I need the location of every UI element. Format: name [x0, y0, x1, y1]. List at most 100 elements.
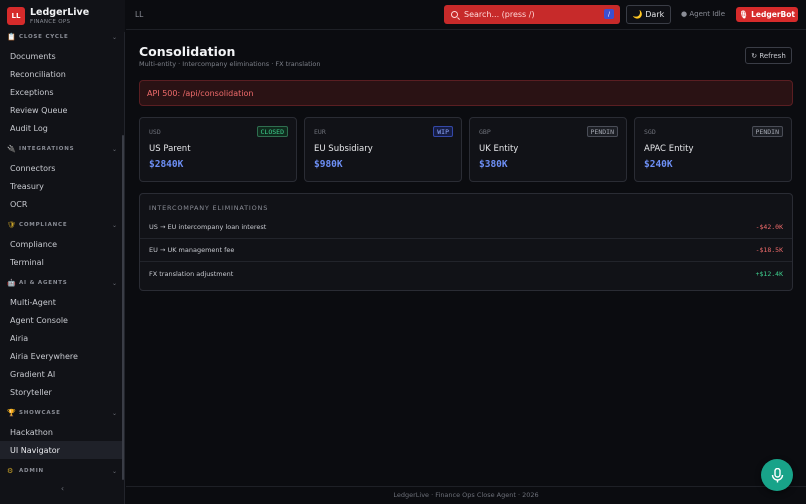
sidebar-item-exceptions[interactable]: Exceptions [0, 83, 123, 101]
search-input[interactable]: Search... (press /) / [444, 5, 620, 24]
elimination-row[interactable]: US → EU intercompany loan interest -$42.… [140, 216, 792, 239]
search-placeholder: Search... (press /) [464, 10, 535, 19]
ledgerbot-button[interactable]: 🎙 LedgerBot [736, 7, 798, 22]
page-title: Consolidation [139, 44, 236, 59]
sidebar-section-label: INTEGRATIONS [19, 146, 75, 152]
agent-status: ● Agent Idle [681, 10, 726, 18]
clipboard-icon: 📋 [7, 33, 16, 41]
chevron-down-icon: ⌄ [111, 467, 117, 475]
entity-currency: SGD [644, 128, 656, 136]
sidebar-section-compliance[interactable]: 🛡 COMPLIANCE ⌄ [7, 220, 117, 230]
sidebar-item-airia[interactable]: Airia [0, 329, 123, 347]
sidebar-section-admin[interactable]: ⚙ ADMIN ⌄ [7, 466, 117, 476]
chevron-down-icon: ⌄ [111, 409, 117, 417]
breadcrumb: LL [135, 10, 144, 19]
sidebar-section-close-cycle[interactable]: 📋 CLOSE CYCLE ⌄ [7, 32, 117, 42]
entity-amount: $380K [479, 159, 508, 170]
main-content: Consolidation Multi-entity · Intercompan… [126, 31, 806, 486]
brand-logo: LL [7, 7, 25, 25]
search-shortcut-key: / [604, 9, 614, 19]
entity-name: EU Subsidiary [314, 144, 373, 154]
chevron-down-icon: ⌄ [111, 145, 117, 153]
entity-card[interactable]: GBP PENDIN UK Entity $380K [469, 117, 627, 182]
microphone-icon [771, 467, 783, 482]
collapse-sidebar-button[interactable]: ‹ [0, 484, 125, 493]
sidebar-item-hackathon[interactable]: Hackathon [0, 423, 123, 441]
entity-currency: USD [149, 128, 161, 136]
plug-icon: 🔌 [7, 145, 16, 153]
sidebar-nav: 📋 CLOSE CYCLE ⌄ Documents Reconciliation Exce… [0, 32, 125, 478]
elimination-amount: -$18.5K [755, 246, 783, 254]
sidebar-item-ocr[interactable]: OCR [0, 195, 123, 213]
sidebar-item-terminal[interactable]: Terminal [0, 253, 123, 271]
elimination-amount: +$12.4K [755, 269, 783, 278]
entity-amount: $980K [314, 159, 343, 170]
entity-name: US Parent [149, 144, 191, 154]
brand-subtitle: FINANCE OPS [30, 18, 71, 25]
sidebar-item-review-queue[interactable]: Review Queue [0, 101, 123, 119]
eliminations-panel: INTERCOMPANY ELIMINATIONS US → EU interc… [139, 193, 793, 291]
sidebar-item-gradient-ai[interactable]: Gradient AI [0, 365, 123, 383]
sidebar-item-documents[interactable]: Documents [0, 47, 123, 65]
sidebar-item-reconciliation[interactable]: Reconciliation [0, 65, 123, 83]
sidebar-item-treasury[interactable]: Treasury [0, 177, 123, 195]
sidebar-section-label: AI & AGENTS [19, 280, 68, 286]
eliminations-title: INTERCOMPANY ELIMINATIONS [149, 204, 269, 212]
footer: LedgerLive · Finance Ops Close Agent · 2… [126, 486, 806, 504]
elimination-label: US → EU intercompany loan interest [149, 223, 267, 231]
status-badge: PENDIN [751, 126, 783, 137]
sidebar-item-compliance[interactable]: Compliance [0, 235, 123, 253]
entity-amount: $240K [644, 159, 673, 170]
sidebar-section-label: COMPLIANCE [19, 222, 68, 228]
entity-card[interactable]: SGD PENDIN APAC Entity $240K [634, 117, 792, 182]
sidebar-item-multi-agent[interactable]: Multi-Agent [0, 293, 123, 311]
sidebar-section-ai-agents[interactable]: 🤖 AI & AGENTS ⌄ [7, 278, 117, 288]
elimination-label: EU → UK management fee [149, 246, 235, 254]
elimination-amount: -$42.0K [755, 223, 783, 231]
voice-mic-button[interactable] [761, 459, 793, 491]
entity-card[interactable]: USD CLOSED US Parent $2840K [139, 117, 297, 182]
gear-icon: ⚙ [7, 467, 14, 475]
sidebar-item-connectors[interactable]: Connectors [0, 159, 123, 177]
brand[interactable]: LL LedgerLive FINANCE OPS [0, 0, 125, 32]
sidebar-section-showcase[interactable]: 🏆 SHOWCASE ⌄ [7, 408, 117, 418]
sidebar: LL LedgerLive FINANCE OPS 📋 CLOSE CYCLE ⌄ D… [0, 0, 125, 504]
chevron-down-icon: ⌄ [111, 221, 117, 229]
elimination-row[interactable]: FX translation adjustment +$12.4K [140, 262, 792, 285]
page-subtitle: Multi-entity · Intercompany eliminations… [139, 60, 321, 68]
status-badge: WIP [433, 126, 453, 137]
search-icon [451, 11, 458, 18]
entity-amount: $2840K [149, 159, 184, 170]
sidebar-section-label: CLOSE CYCLE [19, 34, 69, 40]
theme-toggle-button[interactable]: 🌙 Dark [626, 5, 671, 24]
sidebar-item-airia-everywhere[interactable]: Airia Everywhere [0, 347, 123, 365]
error-banner: API 500: /api/consolidation [139, 80, 793, 106]
entity-currency: GBP [479, 128, 491, 136]
sidebar-item-storyteller[interactable]: Storyteller [0, 383, 123, 401]
entity-currency: EUR [314, 128, 326, 136]
sidebar-scrollbar[interactable] [122, 135, 124, 480]
elimination-label: FX translation adjustment [149, 269, 234, 278]
sidebar-section-label: SHOWCASE [19, 410, 61, 416]
trophy-icon: 🏆 [7, 409, 16, 417]
sidebar-item-ui-navigator[interactable]: UI Navigator [0, 441, 123, 459]
shield-icon: 🛡 [7, 221, 16, 229]
entity-name: APAC Entity [644, 144, 694, 154]
sidebar-item-audit-log[interactable]: Audit Log [0, 119, 123, 137]
sidebar-item-agent-console[interactable]: Agent Console [0, 311, 123, 329]
refresh-button[interactable]: ↻ Refresh [745, 47, 792, 64]
brand-name: LedgerLive [30, 6, 90, 18]
entity-cards: USD CLOSED US Parent $2840K EUR WIP EU S… [139, 117, 793, 182]
sidebar-section-label: ADMIN [19, 468, 44, 474]
sidebar-section-integrations[interactable]: 🔌 INTEGRATIONS ⌄ [7, 144, 117, 154]
entity-card[interactable]: EUR WIP EU Subsidiary $980K [304, 117, 462, 182]
chevron-down-icon: ⌄ [111, 33, 117, 41]
topbar: LL Search... (press /) / 🌙 Dark ● Agent … [126, 0, 806, 30]
elimination-row[interactable]: EU → UK management fee -$18.5K [140, 239, 792, 262]
chevron-down-icon: ⌄ [111, 279, 117, 287]
robot-icon: 🤖 [7, 279, 16, 287]
entity-name: UK Entity [479, 144, 519, 154]
status-badge: PENDIN [586, 126, 618, 137]
app-root: LL LedgerLive FINANCE OPS 📋 CLOSE CYCLE ⌄ D… [0, 0, 806, 504]
status-badge: CLOSED [256, 126, 288, 137]
